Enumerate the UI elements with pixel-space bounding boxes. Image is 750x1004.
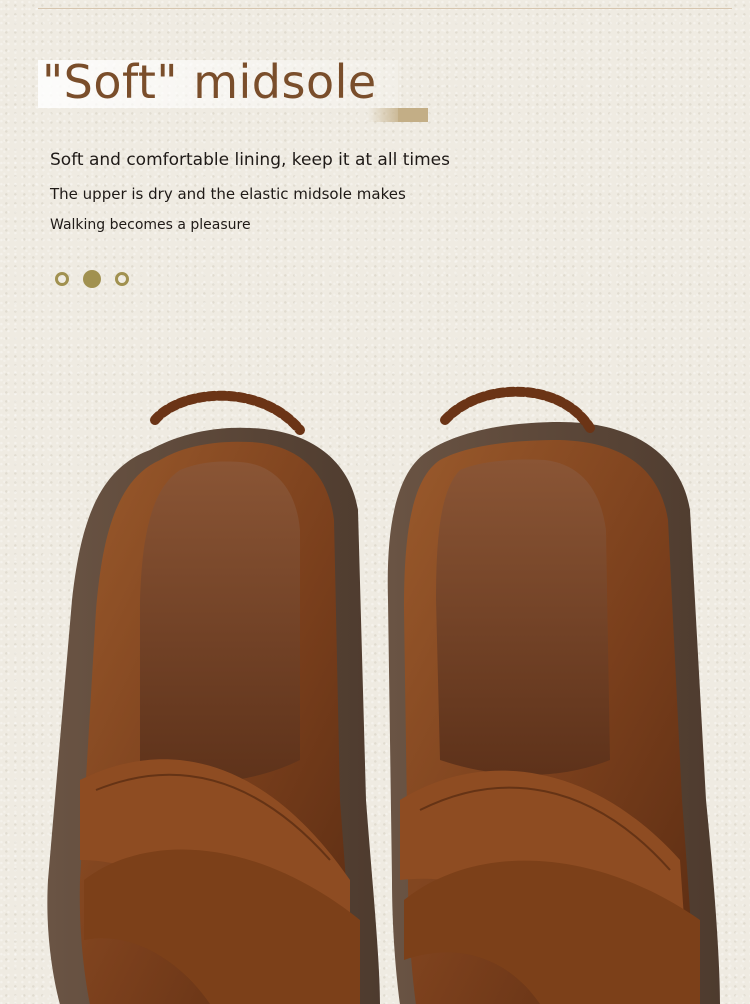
accent-bar — [398, 108, 428, 122]
right-sandal — [387, 386, 720, 1004]
page-title: "Soft" midsole — [42, 55, 377, 109]
sandals-photo — [47, 386, 720, 1004]
description-line-3: Walking becomes a pleasure — [50, 217, 251, 233]
carousel-dot-1[interactable] — [55, 272, 69, 286]
top-divider — [38, 8, 732, 9]
description-line-2: The upper is dry and the elastic midsole… — [50, 185, 406, 203]
accent-fade — [368, 108, 398, 122]
description-line-1: Soft and comfortable lining, keep it at … — [50, 150, 450, 170]
carousel-dot-3[interactable] — [115, 272, 129, 286]
carousel-indicators — [55, 270, 129, 288]
carousel-dot-2-active[interactable] — [83, 270, 101, 288]
left-sandal — [47, 390, 380, 1004]
